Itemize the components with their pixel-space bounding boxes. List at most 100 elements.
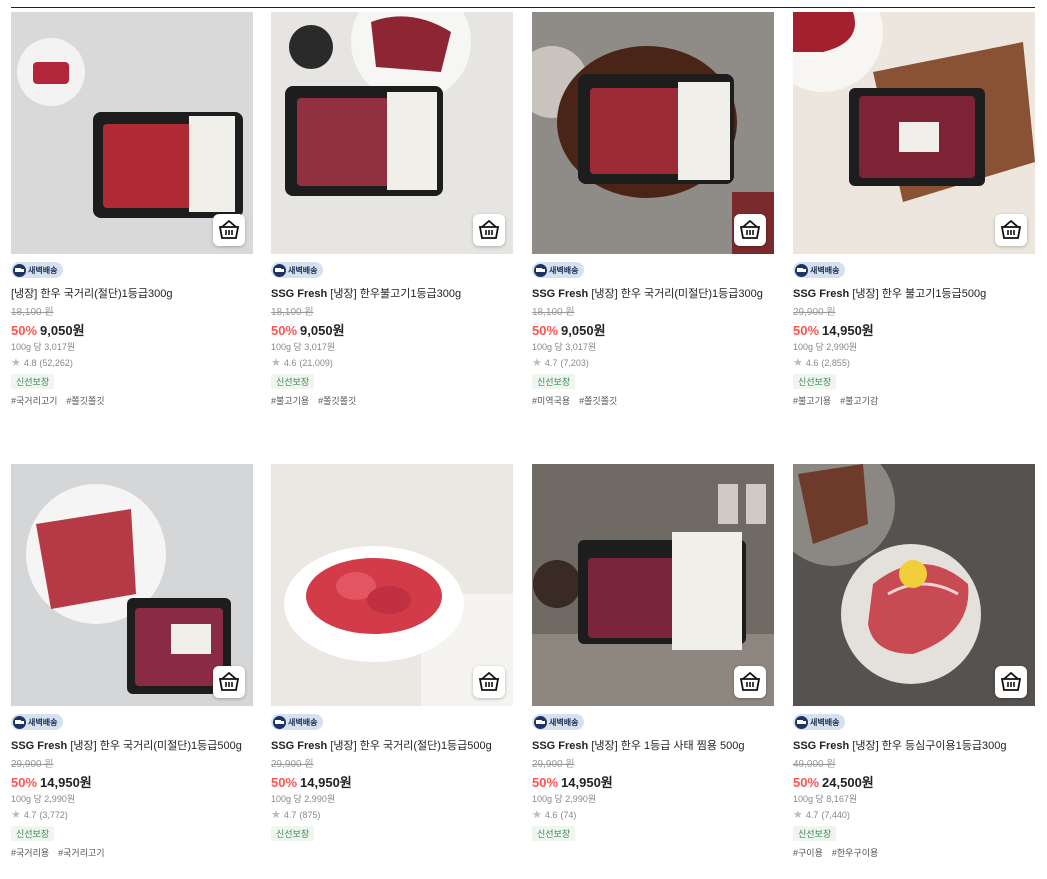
rating: ★ 4.6 (21,009): [271, 357, 333, 369]
unit-price: 100g 당 2,990원: [532, 794, 597, 804]
tag-list: #국거리용 #국거리고기: [11, 846, 105, 859]
product-title[interactable]: SSG Fresh [냉장] 한우 국거리(절단)1등급500g: [271, 737, 513, 753]
tag[interactable]: #국거리고기: [58, 846, 104, 859]
discount-rate: 50%: [532, 323, 559, 338]
unit-price: 100g 당 2,990원: [793, 342, 858, 352]
truck-icon: [13, 715, 26, 729]
delivery-badge: 새벽배송: [532, 262, 585, 278]
rating: ★ 4.6 (2,855): [793, 357, 850, 369]
cart-basket-icon: [218, 672, 240, 691]
fresh-guarantee-badge: 신선보장: [271, 374, 315, 389]
sale-price: 14,950원: [300, 775, 352, 790]
tag-list: #구이용 #한우구이용: [793, 846, 878, 859]
product-title[interactable]: SSG Fresh [냉장] 한우 국거리(미절단)1등급500g: [11, 737, 253, 753]
product-title[interactable]: [냉장] 한우 국거리(절단)1등급300g: [11, 285, 253, 301]
product-image[interactable]: [793, 12, 1035, 254]
delivery-badge: 새벽배송: [532, 714, 585, 730]
add-to-cart-button[interactable]: [213, 666, 245, 698]
unit-price: 100g 당 3,017원: [271, 342, 336, 352]
add-to-cart-button[interactable]: [473, 214, 505, 246]
sale-price: 14,950원: [561, 775, 613, 790]
original-price: 18,100 원: [532, 307, 575, 318]
product-title[interactable]: SSG Fresh [냉장] 한우 1등급 사태 찜용 500g: [532, 737, 774, 753]
tag-list: #미역국용 #쫄깃쫄깃: [532, 394, 617, 407]
add-to-cart-button[interactable]: [995, 666, 1027, 698]
sale-price: 14,950원: [40, 775, 92, 790]
sale-price: 9,050원: [300, 323, 345, 338]
product-image[interactable]: [11, 464, 253, 706]
fresh-guarantee-badge: 신선보장: [793, 374, 837, 389]
original-price: 29,900 원: [11, 759, 54, 770]
rating: ★ 4.7 (875): [271, 809, 321, 821]
product-card[interactable]: 새벽배송 SSG Fresh [냉장] 한우 1등급 사태 찜용 500g 29…: [532, 464, 774, 841]
tag[interactable]: #쫄깃쫄깃: [579, 394, 617, 407]
discount-rate: 50%: [271, 775, 298, 790]
unit-price: 100g 당 2,990원: [271, 794, 336, 804]
tag[interactable]: #국거리고기: [11, 394, 57, 407]
truck-icon: [13, 263, 26, 277]
add-to-cart-button[interactable]: [473, 666, 505, 698]
product-title[interactable]: SSG Fresh [냉장] 한우 국거리(미절단)1등급300g: [532, 285, 774, 301]
product-image[interactable]: [11, 12, 253, 254]
cart-basket-icon: [478, 672, 500, 691]
original-price: 18,100 원: [271, 307, 314, 318]
product-card[interactable]: 새벽배송 SSG Fresh [냉장] 한우 국거리(절단)1등급500g 29…: [271, 464, 513, 841]
discount-rate: 50%: [11, 775, 38, 790]
tag[interactable]: #불고기용: [793, 394, 831, 407]
add-to-cart-button[interactable]: [734, 214, 766, 246]
add-to-cart-button[interactable]: [213, 214, 245, 246]
rating: ★ 4.7 (3,772): [11, 809, 68, 821]
product-card[interactable]: 새벽배송 SSG Fresh [냉장] 한우 국거리(미절단)1등급500g 2…: [11, 464, 253, 858]
star-icon: ★: [271, 357, 281, 369]
product-title[interactable]: SSG Fresh [냉장] 한우 불고기1등급500g: [793, 285, 1035, 301]
product-card[interactable]: 새벽배송 [냉장] 한우 국거리(절단)1등급300g 18,100 원 50%…: [11, 12, 253, 406]
product-image[interactable]: [271, 12, 513, 254]
truck-icon: [795, 715, 808, 729]
truck-icon: [534, 263, 547, 277]
product-card[interactable]: 새벽배송 SSG Fresh [냉장] 한우 불고기1등급500g 29,900…: [793, 12, 1035, 406]
truck-icon: [795, 263, 808, 277]
tag[interactable]: #미역국용: [532, 394, 570, 407]
product-image[interactable]: [793, 464, 1035, 706]
truck-icon: [273, 715, 286, 729]
cart-basket-icon: [739, 672, 761, 691]
fresh-guarantee-badge: 신선보장: [11, 374, 55, 389]
tag-list: #국거리고기 #쫄깃쫄깃: [11, 394, 105, 407]
tag-list: #불고기용 #불고기감: [793, 394, 878, 407]
tag[interactable]: #구이용: [793, 846, 823, 859]
tag[interactable]: #불고기감: [840, 394, 878, 407]
star-icon: ★: [793, 809, 803, 821]
product-card[interactable]: 새벽배송 SSG Fresh [냉장] 한우 등심구이용1등급300g 49,0…: [793, 464, 1035, 858]
product-title[interactable]: SSG Fresh [냉장] 한우불고기1등급300g: [271, 285, 513, 301]
star-icon: ★: [271, 809, 281, 821]
tag[interactable]: #쫄깃쫄깃: [66, 394, 104, 407]
truck-icon: [273, 263, 286, 277]
product-title[interactable]: SSG Fresh [냉장] 한우 등심구이용1등급300g: [793, 737, 1035, 753]
tag[interactable]: #한우구이용: [832, 846, 878, 859]
product-image[interactable]: [532, 12, 774, 254]
truck-icon: [534, 715, 547, 729]
unit-price: 100g 당 3,017원: [532, 342, 597, 352]
sale-price: 9,050원: [561, 323, 606, 338]
product-card[interactable]: 새벽배송 SSG Fresh [냉장] 한우불고기1등급300g 18,100 …: [271, 12, 513, 406]
delivery-badge: 새벽배송: [11, 262, 64, 278]
add-to-cart-button[interactable]: [734, 666, 766, 698]
delivery-badge: 새벽배송: [271, 262, 324, 278]
tag[interactable]: #쫄깃쫄깃: [318, 394, 356, 407]
sale-price: 9,050원: [40, 323, 85, 338]
discount-rate: 50%: [11, 323, 38, 338]
product-image[interactable]: [532, 464, 774, 706]
original-price: 29,900 원: [793, 307, 836, 318]
tag[interactable]: #국거리용: [11, 846, 49, 859]
discount-rate: 50%: [271, 323, 298, 338]
original-price: 29,900 원: [532, 759, 575, 770]
fresh-guarantee-badge: 신선보장: [532, 826, 576, 841]
star-icon: ★: [532, 809, 542, 821]
original-price: 18,100 원: [11, 307, 54, 318]
cart-basket-icon: [1000, 672, 1022, 691]
product-image[interactable]: [271, 464, 513, 706]
add-to-cart-button[interactable]: [995, 214, 1027, 246]
tag[interactable]: #불고기용: [271, 394, 309, 407]
product-card[interactable]: 새벽배송 SSG Fresh [냉장] 한우 국거리(미절단)1등급300g 1…: [532, 12, 774, 406]
delivery-badge: 새벽배송: [793, 262, 846, 278]
